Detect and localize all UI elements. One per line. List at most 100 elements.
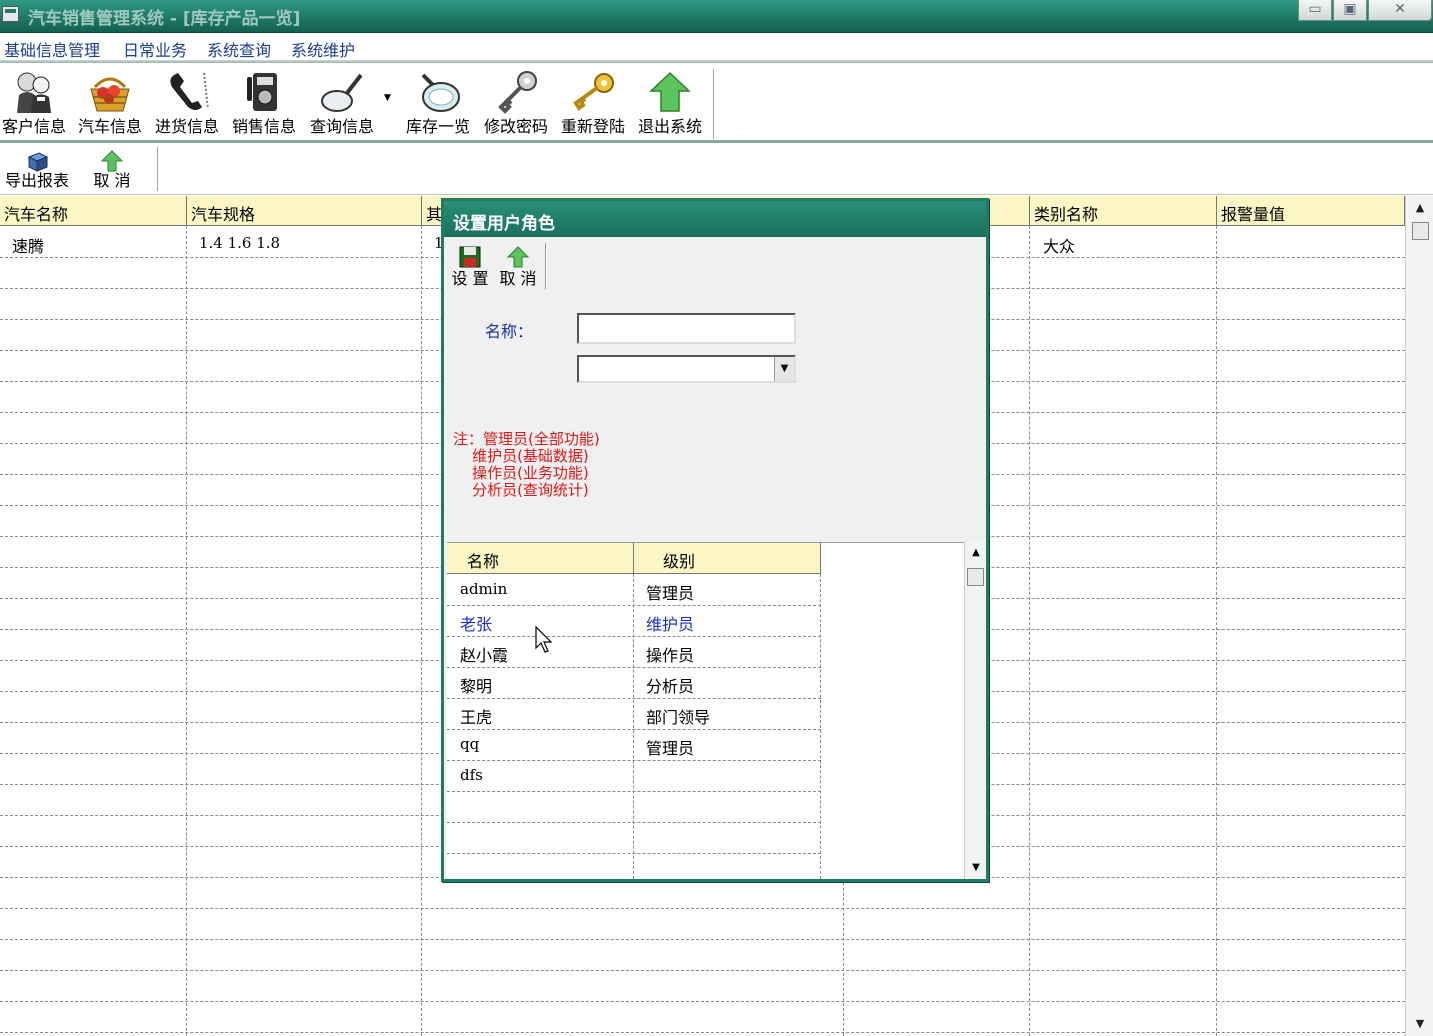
dialog-cancel-button[interactable]: 取 消 xyxy=(496,243,540,289)
scroll-down-arrow-icon[interactable]: ▼ xyxy=(965,859,987,877)
cell-user-name: admin xyxy=(460,580,508,598)
role-note: 注：管理员(全部功能) 维护员(基础数据) 操作员(业务功能) 分析员(查询统计… xyxy=(453,431,600,499)
dialog-toolbar-separator xyxy=(545,243,547,289)
role-note-line: 注：管理员(全部功能) xyxy=(453,430,600,448)
cell-user-name: 王虎 xyxy=(460,708,493,727)
role-note-line: 分析员(查询统计) xyxy=(453,481,589,499)
set-user-role-dialog: 设置用户角色 设 置 取 消 名称： ▼ 注：管理员(全部功能) 维护员(基础数… xyxy=(441,198,989,882)
table-row-line xyxy=(447,760,821,761)
toolbar-customer-button[interactable]: 客户信息 xyxy=(0,67,68,139)
cell-level: 部门领导 xyxy=(646,708,711,727)
menu-system-maintenance[interactable]: 系统维护 xyxy=(291,37,355,61)
table-row-line xyxy=(447,853,821,854)
car-basket-icon xyxy=(90,77,130,112)
dialog-set-label: 设 置 xyxy=(451,269,489,288)
gold-key-icon xyxy=(573,73,614,111)
grid-row-line xyxy=(0,1032,1405,1033)
column-header-level[interactable]: 级别 xyxy=(634,543,821,574)
cell-user-name: dfs xyxy=(460,766,483,784)
toolbar-sales-button[interactable]: 销售信息 xyxy=(230,67,298,139)
chevron-down-icon[interactable]: ▼ xyxy=(774,357,794,381)
role-select[interactable]: ▼ xyxy=(577,355,796,383)
toolbar-purchase-label: 进货信息 xyxy=(154,117,219,136)
main-toolbar: 客户信息 汽车信息 进货信息 销售信息 查询信息 ▼ 库存一览 修改密码 重新登… xyxy=(0,63,1433,143)
toolbar-relogin-button[interactable]: 重新登陆 xyxy=(557,67,629,139)
toolbar-query-label: 查询信息 xyxy=(309,117,374,136)
cell-level: 维护员 xyxy=(646,615,695,634)
window-title: 汽车销售管理系统 - [库存产品一览] xyxy=(28,9,301,29)
cancel-label: 取 消 xyxy=(93,171,131,190)
table-row-line xyxy=(447,822,821,823)
minimize-button[interactable]: ▭ xyxy=(1298,0,1332,21)
grid-divider xyxy=(1216,226,1217,1036)
name-input[interactable] xyxy=(577,313,796,344)
cell-user-name: qq xyxy=(460,735,480,753)
up-arrow-icon xyxy=(649,71,691,112)
customer-icon xyxy=(17,72,51,113)
toolbar-exit-button[interactable]: 退出系统 xyxy=(634,67,706,139)
toolbar-change-password-button[interactable]: 修改密码 xyxy=(480,67,552,139)
grid-row-line xyxy=(0,970,1405,971)
scroll-up-arrow-icon[interactable]: ▲ xyxy=(965,544,987,562)
dialog-set-button[interactable]: 设 置 xyxy=(448,243,492,289)
table-row-line xyxy=(447,698,821,699)
toolbar-car-label: 汽车信息 xyxy=(77,117,142,136)
column-header-user-name[interactable]: 名称 xyxy=(447,543,634,574)
payphone-icon xyxy=(247,73,277,111)
grid-row-line xyxy=(0,908,1405,909)
export-report-button[interactable]: 导出报表 xyxy=(0,147,74,193)
table-row-line xyxy=(447,636,821,637)
toolbar-car-button[interactable]: 汽车信息 xyxy=(76,67,144,139)
query-dropdown-arrow-icon[interactable]: ▼ xyxy=(384,93,391,103)
table-divider xyxy=(820,574,821,879)
magnifier-icon xyxy=(321,73,363,112)
name-field-label: 名称： xyxy=(485,322,534,341)
toolbar-customer-label: 客户信息 xyxy=(1,117,66,136)
table-row-line xyxy=(447,605,821,606)
table-row-line xyxy=(447,667,821,668)
toolbar-sales-label: 销售信息 xyxy=(231,117,296,136)
toolbar-relogin-label: 重新登陆 xyxy=(560,117,625,136)
toolbar-purchase-button[interactable]: 进货信息 xyxy=(153,67,221,139)
cell-level: 分析员 xyxy=(646,677,695,696)
toolbar-exit-label: 退出系统 xyxy=(637,117,702,136)
cell-level: 管理员 xyxy=(646,739,695,758)
cell-user-name: 赵小霞 xyxy=(460,646,509,665)
secondary-toolbar: 导出报表 取 消 xyxy=(0,143,1433,195)
table-row-line xyxy=(447,791,821,792)
scroll-thumb[interactable] xyxy=(967,568,984,586)
menu-bar: 基础信息管理 日常业务 系统查询 系统维护 xyxy=(0,33,1433,63)
column-header-alarm[interactable]: 报警量值 xyxy=(1217,196,1405,226)
toolbar-stock-button[interactable]: 库存一览 xyxy=(402,67,474,139)
grid-vertical-scrollbar[interactable]: ▲ ▼ xyxy=(1405,196,1433,1036)
magnifier-glass-icon xyxy=(421,73,460,112)
close-button[interactable]: ✕ xyxy=(1368,0,1432,21)
scroll-up-arrow-icon[interactable]: ▲ xyxy=(1406,198,1433,218)
cell-level: 管理员 xyxy=(646,584,695,603)
menu-basic-info[interactable]: 基础信息管理 xyxy=(4,37,100,61)
table-row-line xyxy=(447,729,821,730)
grid-row-line xyxy=(0,939,1405,940)
dialog-title: 设置用户角色 xyxy=(444,201,986,237)
mouse-cursor-icon xyxy=(535,626,553,653)
toolbar-change-password-label: 修改密码 xyxy=(483,117,548,136)
user-role-table[interactable]: 名称 级别 admin 管理员 老张 维护员 赵小霞 操作员 黎明 分析员 王虎 部门领导 qq 管理… xyxy=(447,542,964,879)
cell-user-name: 老张 xyxy=(460,615,493,634)
column-header-category[interactable]: 类别名称 xyxy=(1030,196,1217,226)
column-header-car-name[interactable]: 汽车名称 xyxy=(0,196,187,226)
window-titlebar: 汽车销售管理系统 - [库存产品一览] ▭ ▣ ✕ xyxy=(0,0,1433,33)
maximize-button[interactable]: ▣ xyxy=(1333,0,1367,21)
scroll-down-arrow-icon[interactable]: ▼ xyxy=(1406,1014,1433,1034)
cancel-button[interactable]: 取 消 xyxy=(85,147,139,193)
grid-divider xyxy=(186,226,187,1036)
grid-divider xyxy=(1029,226,1030,1036)
dialog-table-scrollbar[interactable]: ▲ ▼ xyxy=(964,542,986,879)
toolbar-separator xyxy=(713,69,715,139)
toolbar-query-button[interactable]: 查询信息 xyxy=(306,67,378,139)
grid-row-line xyxy=(0,1001,1405,1002)
scroll-thumb[interactable] xyxy=(1412,222,1429,240)
grid-divider xyxy=(421,226,422,1036)
menu-daily-business[interactable]: 日常业务 xyxy=(123,37,187,61)
column-header-car-spec[interactable]: 汽车规格 xyxy=(187,196,422,226)
menu-system-query[interactable]: 系统查询 xyxy=(207,37,271,61)
